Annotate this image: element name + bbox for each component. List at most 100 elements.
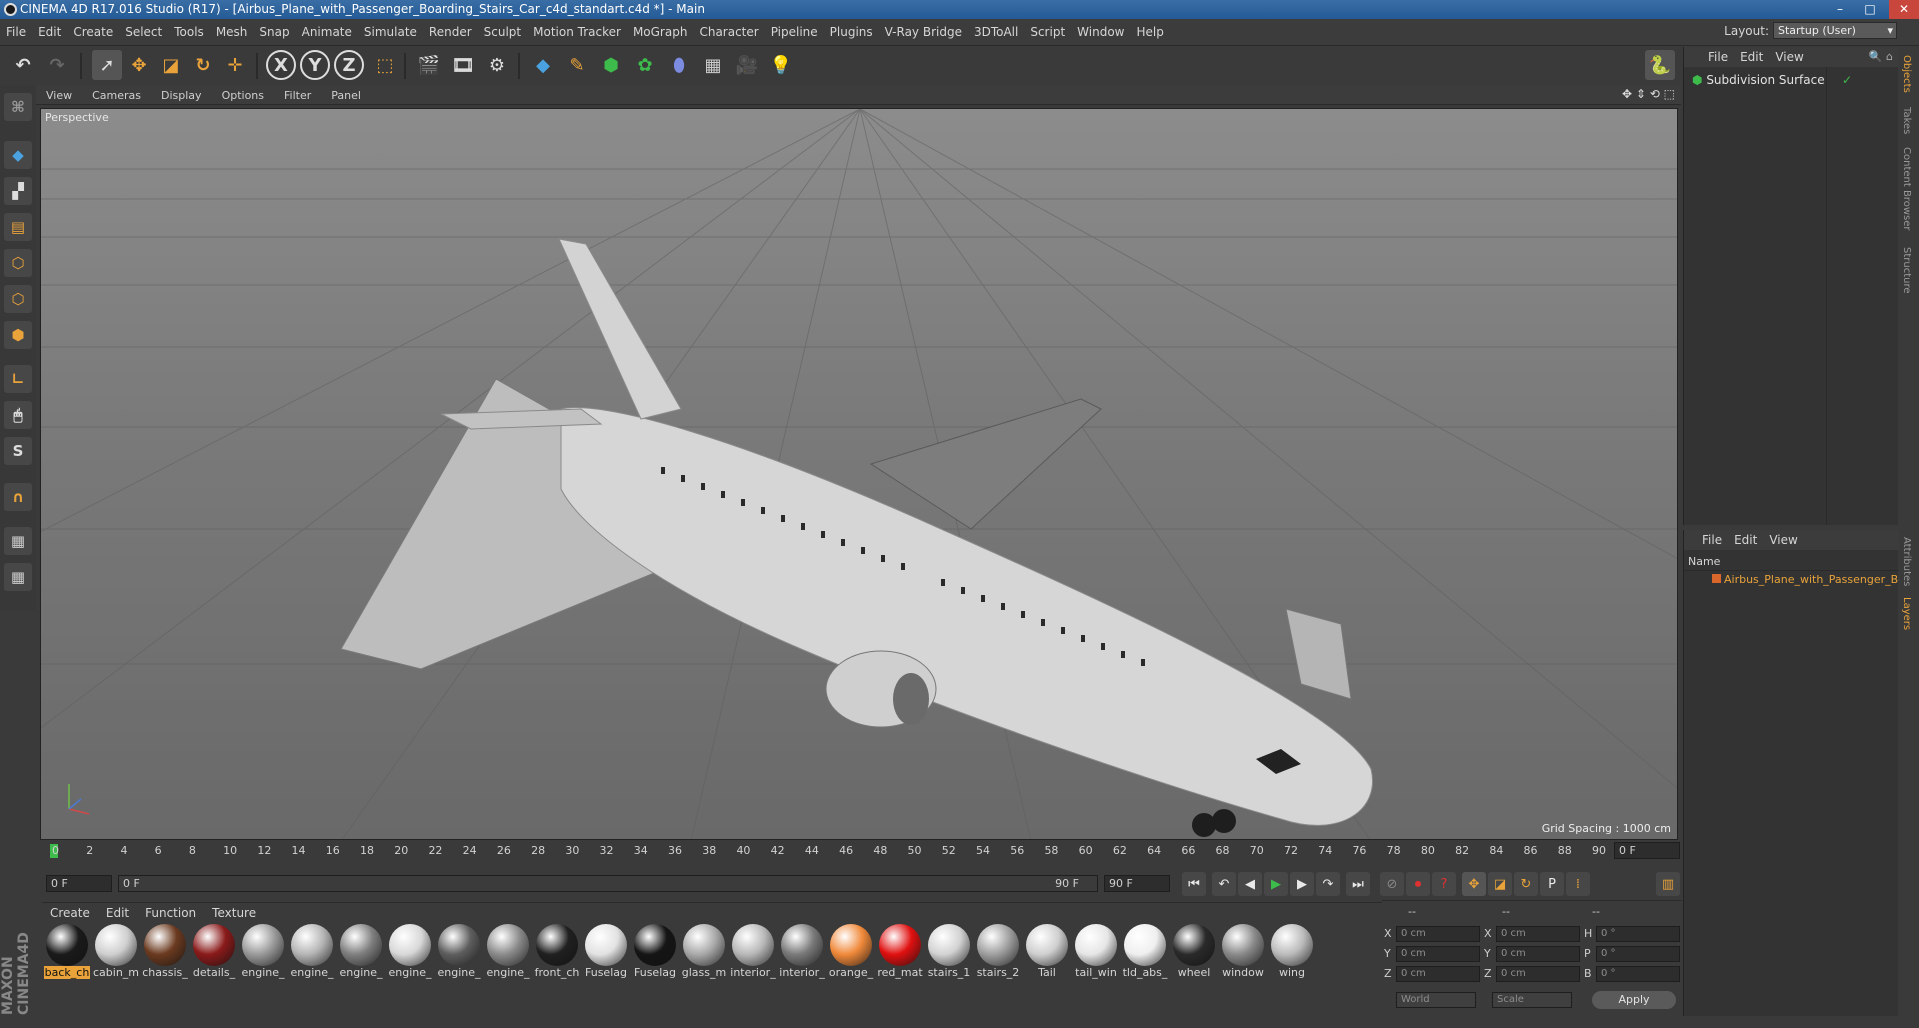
material-swatch[interactable]: Fuselag	[583, 924, 629, 984]
coordinate-space-dropdown[interactable]: World	[1396, 992, 1476, 1008]
z-axis-icon[interactable]: Z	[334, 50, 364, 80]
menu-render[interactable]: Render	[423, 19, 478, 46]
material-swatch[interactable]: engine_	[240, 924, 286, 984]
transform-icon[interactable]: ✛	[220, 50, 250, 80]
deformer-icon[interactable]: ⬮	[664, 50, 694, 80]
menu-file[interactable]: File	[0, 19, 32, 46]
workplane-icon[interactable]: ▤	[4, 213, 32, 241]
material-swatch[interactable]: engine_	[387, 924, 433, 984]
light-icon[interactable]: 💡	[766, 50, 796, 80]
move-icon[interactable]: ✥	[124, 50, 154, 80]
key-position-icon[interactable]: ✥	[1462, 872, 1486, 896]
material-swatch[interactable]: details_	[191, 924, 237, 984]
planar-workplane-icon[interactable]: ▦	[4, 563, 32, 591]
size-x-field[interactable]: 0 cm	[1496, 926, 1580, 942]
menu-simulate[interactable]: Simulate	[358, 19, 423, 46]
position-z-field[interactable]: 0 cm	[1396, 966, 1480, 982]
rotate-icon[interactable]: ↻	[188, 50, 218, 80]
menu-plugins[interactable]: Plugins	[824, 19, 879, 46]
render-settings-icon[interactable]: ⚙	[482, 50, 512, 80]
viewport-menu-cameras[interactable]: Cameras	[82, 86, 151, 105]
material-swatch[interactable]: interior_	[730, 924, 776, 984]
position-y-field[interactable]: 0 cm	[1396, 946, 1480, 962]
record-keys-icon[interactable]: ⊘	[1380, 872, 1404, 896]
material-swatch[interactable]: stairs_1	[926, 924, 972, 984]
material-swatch[interactable]: Fuselag	[632, 924, 678, 984]
viewport-menu-filter[interactable]: Filter	[274, 86, 321, 105]
menu-character[interactable]: Character	[693, 19, 764, 46]
coordinate-system-icon[interactable]: ⬚	[370, 50, 400, 80]
menu-pipeline[interactable]: Pipeline	[765, 19, 824, 46]
render-picture-viewer-icon[interactable]: 🎞	[448, 50, 478, 80]
cube-icon[interactable]: ◆	[528, 50, 558, 80]
apply-button[interactable]: Apply	[1592, 991, 1676, 1009]
3d-viewport[interactable]: Perspective Grid Spacing : 1000 cm	[40, 108, 1678, 840]
material-swatch[interactable]: back_ch	[44, 924, 90, 984]
material-swatch[interactable]: red_mat	[877, 924, 923, 984]
layer-color-swatch[interactable]	[1712, 574, 1721, 583]
mograph-cloner-icon[interactable]: ✿	[630, 50, 660, 80]
material-swatch[interactable]: glass_m	[681, 924, 727, 984]
maximize-button[interactable]: □	[1855, 0, 1885, 19]
key-scale-icon[interactable]: ◪	[1488, 872, 1512, 896]
material-swatch[interactable]: engine_	[289, 924, 335, 984]
live-selection-icon[interactable]: ➚	[92, 50, 122, 80]
viewport-menu-options[interactable]: Options	[212, 86, 274, 105]
material-swatch[interactable]: front_ch	[534, 924, 580, 984]
rotation-h-field[interactable]: 0 °	[1596, 926, 1680, 942]
size-z-field[interactable]: 0 cm	[1496, 966, 1580, 982]
menu-vray-bridge[interactable]: V-Ray Bridge	[879, 19, 968, 46]
visibility-check-icon[interactable]: ✓	[1842, 73, 1852, 87]
material-swatch[interactable]: interior_	[779, 924, 825, 984]
menu-mograph[interactable]: MoGraph	[627, 19, 694, 46]
layers-menu-file[interactable]: File	[1684, 530, 1728, 550]
viewport-menu-view[interactable]: View	[36, 86, 82, 105]
magnet-icon[interactable]: ∩	[4, 483, 32, 511]
material-swatch[interactable]: engine_	[338, 924, 384, 984]
floor-icon[interactable]: ▦	[698, 50, 728, 80]
camera-icon[interactable]: 🎥	[732, 50, 762, 80]
material-swatch[interactable]: wing	[1269, 924, 1315, 984]
material-menu-create[interactable]: Create	[42, 903, 98, 923]
tab-layers[interactable]: Layers	[1901, 597, 1912, 630]
size-mode-dropdown[interactable]: Scale	[1492, 992, 1572, 1008]
play-icon[interactable]: ▶	[1264, 872, 1288, 896]
menu-create[interactable]: Create	[67, 19, 119, 46]
rotation-b-field[interactable]: 0 °	[1596, 966, 1680, 982]
layout-dropdown[interactable]: Startup (User) ▾	[1773, 22, 1897, 39]
material-swatch[interactable]: wheel	[1171, 924, 1217, 984]
end-frame-field[interactable]: 90 F	[1104, 875, 1170, 892]
snap-icon[interactable]: S	[4, 437, 32, 465]
start-frame-field[interactable]: 0 F	[46, 875, 112, 892]
tab-attributes[interactable]: Attributes	[1901, 537, 1912, 586]
menu-tools[interactable]: Tools	[168, 19, 210, 46]
object-row-subdivision-surface[interactable]: ⬢ Subdivision Surface ✓	[1692, 73, 1852, 87]
timeline-ruler[interactable]: 0 2 4 6 8 10 12 14 16 18 20 22 24 26 28 30 32 34 36 38 40 42 4…	[42, 842, 1682, 862]
layer-row-name[interactable]: Airbus_Plane_with_Passenger_Boa	[1724, 573, 1912, 586]
material-swatch[interactable]: tail_win	[1073, 924, 1119, 984]
next-keyframe-icon[interactable]: ↷	[1316, 872, 1340, 896]
key-parameter-icon[interactable]: P	[1540, 872, 1564, 896]
python-icon[interactable]: 🐍	[1645, 50, 1675, 80]
render-view-icon[interactable]: 🎬	[414, 50, 444, 80]
x-axis-icon[interactable]: X	[266, 50, 296, 80]
menu-help[interactable]: Help	[1130, 19, 1169, 46]
keyframe-selection-icon[interactable]: ?	[1432, 872, 1456, 896]
position-x-field[interactable]: 0 cm	[1396, 926, 1480, 942]
subdivision-icon[interactable]: ⬢	[596, 50, 626, 80]
material-swatch[interactable]: tld_abs_	[1122, 924, 1168, 984]
key-rotation-icon[interactable]: ↻	[1514, 872, 1538, 896]
polygons-mode-icon[interactable]: ⬢	[4, 321, 32, 349]
material-swatch[interactable]: chassis_	[142, 924, 188, 984]
tab-content-browser[interactable]: Content Browser	[1901, 147, 1912, 230]
pen-spline-icon[interactable]: ✎	[562, 50, 592, 80]
material-menu-function[interactable]: Function	[137, 903, 204, 923]
menu-sculpt[interactable]: Sculpt	[478, 19, 527, 46]
size-y-field[interactable]: 0 cm	[1496, 946, 1580, 962]
menu-3dtoall[interactable]: 3DToAll	[968, 19, 1024, 46]
material-swatch[interactable]: cabin_m	[93, 924, 139, 984]
menu-select[interactable]: Select	[119, 19, 168, 46]
minimize-button[interactable]: –	[1825, 0, 1855, 19]
next-frame-icon[interactable]: ▶	[1290, 872, 1314, 896]
objects-search-icon[interactable]: 🔍 ⌂	[1869, 50, 1893, 63]
